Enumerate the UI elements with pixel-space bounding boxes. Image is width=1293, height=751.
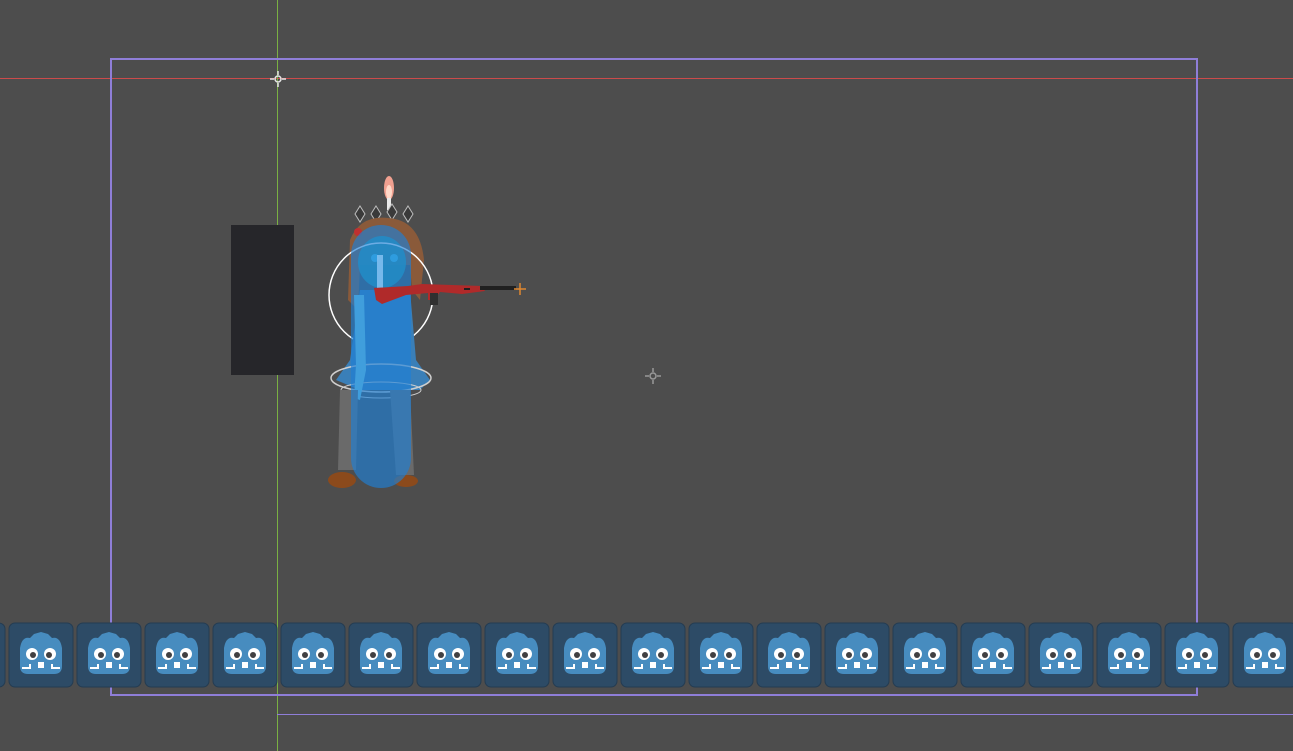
godot-logo-icon bbox=[960, 622, 1026, 688]
rifle-sprite[interactable] bbox=[370, 278, 526, 308]
godot-logo-icon bbox=[892, 622, 958, 688]
godot-logo-icon bbox=[552, 622, 618, 688]
limit-line bbox=[277, 714, 1293, 715]
center-crosshair-icon[interactable] bbox=[644, 367, 662, 385]
godot-logo-icon bbox=[824, 622, 890, 688]
static-block[interactable] bbox=[231, 225, 294, 375]
player-sprite[interactable] bbox=[320, 170, 530, 495]
godot-logo-icon bbox=[8, 622, 74, 688]
godot-logo-icon bbox=[416, 622, 482, 688]
godot-logo-icon bbox=[212, 622, 278, 688]
godot-logo-icon bbox=[0, 622, 6, 688]
godot-logo-icon bbox=[688, 622, 754, 688]
godot-logo-icon bbox=[1164, 622, 1230, 688]
godot-logo-icon bbox=[348, 622, 414, 688]
godot-logo-icon bbox=[144, 622, 210, 688]
godot-logo-icon bbox=[484, 622, 550, 688]
godot-logo-icon bbox=[620, 622, 686, 688]
godot-logo-icon bbox=[1028, 622, 1094, 688]
origin-crosshair-icon[interactable] bbox=[269, 70, 287, 88]
godot-logo-icon bbox=[76, 622, 142, 688]
godot-logo-icon bbox=[756, 622, 822, 688]
godot-logo-icon bbox=[1232, 622, 1293, 688]
tilemap-row[interactable] bbox=[0, 622, 1293, 688]
godot-logo-icon bbox=[1096, 622, 1162, 688]
godot-logo-icon bbox=[280, 622, 346, 688]
